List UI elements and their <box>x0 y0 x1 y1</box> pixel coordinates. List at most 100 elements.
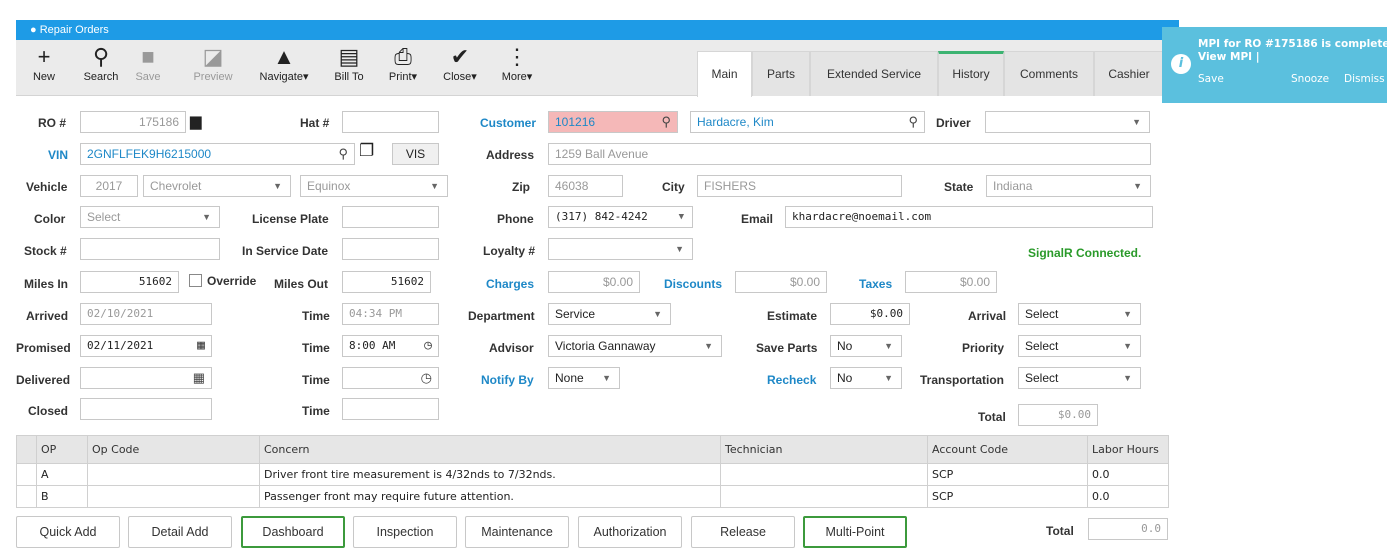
delivered-time-field[interactable]: ◷ <box>342 367 439 389</box>
column-header[interactable]: Concern <box>259 435 721 464</box>
navigate-button[interactable]: ▲ Navigate▾ <box>252 40 316 96</box>
vehicle-model-select[interactable]: Equinox ▼ <box>300 175 448 197</box>
save-button[interactable]: ■ Save <box>128 40 168 96</box>
column-header[interactable]: Account Code <box>927 435 1088 464</box>
phone-select[interactable]: (317) 842-4242 ▼ <box>548 206 693 228</box>
tab-history[interactable]: History <box>938 51 1004 96</box>
stock-field[interactable] <box>80 238 220 260</box>
quick-add-button[interactable]: Quick Add <box>16 516 120 548</box>
transportation-select[interactable]: Select ▼ <box>1018 367 1141 389</box>
bill-to-button[interactable]: ▤ Bill To <box>326 40 372 96</box>
ro-number-field[interactable]: 175186 <box>80 111 186 133</box>
override-checkbox[interactable] <box>189 274 202 287</box>
customer-id-field[interactable]: 101216 ⚲ <box>548 111 678 133</box>
search-button[interactable]: ⚲ Search <box>76 40 126 96</box>
estimate-field[interactable]: $0.00 <box>830 303 910 325</box>
search-icon[interactable]: ⚲ <box>908 112 918 132</box>
taxes-field[interactable]: $0.00 <box>905 271 997 293</box>
advisor-select[interactable]: Victoria Gannaway ▼ <box>548 335 722 357</box>
dashboard-button[interactable]: Dashboard <box>241 516 345 548</box>
column-header[interactable]: Op Code <box>87 435 260 464</box>
clock-icon[interactable]: ◷ <box>424 336 432 356</box>
miles-out-field[interactable]: 51602 <box>342 271 431 293</box>
promised-date-field[interactable]: 02/11/2021 ▦ <box>80 335 212 357</box>
charges-field[interactable]: $0.00 <box>548 271 640 293</box>
column-header[interactable]: Technician <box>720 435 928 464</box>
notify-by-label[interactable]: Notify By <box>481 373 534 387</box>
priority-select[interactable]: Select ▼ <box>1018 335 1141 357</box>
customer-name-field[interactable]: Hardacre, Kim ⚲ <box>690 111 925 133</box>
driver-select[interactable]: ▼ <box>985 111 1150 133</box>
close-button[interactable]: ✔ Close▾ <box>436 40 484 96</box>
multi-point-button[interactable]: Multi-Point <box>803 516 907 548</box>
in-service-date-field[interactable] <box>342 238 439 260</box>
delivered-date-field[interactable]: ▦ <box>80 367 212 389</box>
arrival-select[interactable]: Select ▼ <box>1018 303 1141 325</box>
calendar-icon[interactable]: ▦ <box>193 368 205 388</box>
message-icon[interactable]: ▆ <box>190 112 202 130</box>
search-icon[interactable]: ⚲ <box>338 144 348 164</box>
detail-add-button[interactable]: Detail Add <box>128 516 232 548</box>
zip-field[interactable]: 46038 <box>548 175 623 197</box>
more-button[interactable]: ⋮ More▾ <box>494 40 540 96</box>
tab-main[interactable]: Main <box>697 51 752 97</box>
charges-label[interactable]: Charges <box>486 277 534 291</box>
taxes-label[interactable]: Taxes <box>859 277 892 291</box>
save-parts-select[interactable]: No ▼ <box>830 335 902 357</box>
license-plate-field[interactable] <box>342 206 439 228</box>
tab-parts[interactable]: Parts <box>752 51 810 96</box>
release-button[interactable]: Release <box>691 516 795 548</box>
column-header[interactable] <box>16 435 37 464</box>
vehicle-year-field[interactable]: 2017 <box>80 175 138 197</box>
closed-time-field[interactable] <box>342 398 439 420</box>
department-select[interactable]: Service ▼ <box>548 303 671 325</box>
toast-save-button[interactable]: Save <box>1198 73 1224 85</box>
print-button[interactable]: ⎙ Print▾ <box>380 40 426 96</box>
new-button[interactable]: + New <box>22 40 66 96</box>
notify-by-select[interactable]: None ▼ <box>548 367 620 389</box>
labor-total-field[interactable]: 0.0 <box>1088 518 1168 540</box>
state-select[interactable]: Indiana ▼ <box>986 175 1151 197</box>
customer-label[interactable]: Customer <box>480 116 536 130</box>
tab-comments[interactable]: Comments <box>1004 51 1094 96</box>
recheck-select[interactable]: No ▼ <box>830 367 902 389</box>
copy-icon[interactable]: ❐ <box>359 141 374 161</box>
authorization-button[interactable]: Authorization <box>578 516 682 548</box>
toast-snooze-button[interactable]: Snooze <box>1291 73 1329 85</box>
table-cell <box>87 485 260 508</box>
address-field[interactable]: 1259 Ball Avenue <box>548 143 1151 165</box>
table-row[interactable]: A Driver front tire measurement is 4/32n… <box>16 463 1169 486</box>
closed-date-field[interactable] <box>80 398 212 420</box>
maintenance-button[interactable]: Maintenance <box>465 516 569 548</box>
total-field[interactable]: $0.00 <box>1018 404 1098 426</box>
email-field[interactable]: khardacre@noemail.com <box>785 206 1153 228</box>
tab-cashier[interactable]: Cashier <box>1094 51 1164 96</box>
table-row[interactable]: B Passenger front may require future att… <box>16 485 1169 508</box>
promised-time-field[interactable]: 8:00 AM ◷ <box>342 335 439 357</box>
recheck-label[interactable]: Recheck <box>767 373 816 387</box>
vin-label[interactable]: VIN <box>48 148 68 162</box>
arrived-date-field[interactable]: 02/10/2021 <box>80 303 212 325</box>
arrived-time-field[interactable]: 04:34 PM <box>342 303 439 325</box>
discounts-field[interactable]: $0.00 <box>735 271 827 293</box>
vis-button[interactable]: VIS <box>392 143 439 165</box>
tab-extended-service[interactable]: Extended Service <box>810 51 938 96</box>
notification-toast[interactable]: i MPI for RO #175186 is complete. View M… <box>1162 27 1387 103</box>
calendar-icon[interactable]: ▦ <box>197 336 205 356</box>
toast-dismiss-button[interactable]: Dismiss <box>1344 73 1385 85</box>
miles-in-field[interactable]: 51602 <box>80 271 179 293</box>
color-select[interactable]: Select ▼ <box>80 206 220 228</box>
column-header[interactable]: Labor Hours <box>1087 435 1169 464</box>
inspection-button[interactable]: Inspection <box>353 516 457 548</box>
search-icon[interactable]: ⚲ <box>661 112 671 132</box>
view-mpi-link[interactable]: View MPI | <box>1198 51 1260 63</box>
preview-button[interactable]: ◪ Preview <box>188 40 238 96</box>
vin-field[interactable]: 2GNFLFEK9H6215000 ⚲ <box>80 143 355 165</box>
city-field[interactable]: FISHERS <box>697 175 902 197</box>
clock-icon[interactable]: ◷ <box>421 368 432 388</box>
hat-field[interactable] <box>342 111 439 133</box>
loyalty-select[interactable]: ▼ <box>548 238 693 260</box>
vehicle-make-select[interactable]: Chevrolet ▼ <box>143 175 291 197</box>
discounts-label[interactable]: Discounts <box>664 277 722 291</box>
column-header[interactable]: OP <box>36 435 88 464</box>
